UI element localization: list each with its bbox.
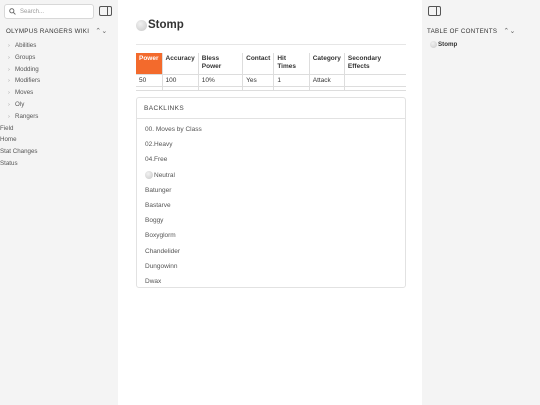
- column-header-contact: Contact: [242, 53, 275, 75]
- sidebar-item-home[interactable]: Home: [0, 134, 40, 146]
- page-title-text: Stomp: [148, 19, 184, 31]
- chevron-right-icon: ›: [8, 54, 10, 61]
- table-header-row: Power Accuracy Bless Power Contact Hit T…: [136, 53, 406, 75]
- sidebar-item-status[interactable]: Status: [0, 158, 40, 170]
- backlink-item[interactable]: Batunger: [137, 183, 405, 198]
- column-header-hit-times: Hit Times: [273, 53, 310, 75]
- neutral-orb-icon: [430, 41, 437, 48]
- toc-title: TABLE OF CONTENTS: [427, 27, 498, 35]
- backlink-item[interactable]: Boggy: [137, 213, 405, 228]
- cell-contact: Yes: [242, 73, 275, 87]
- cell-accuracy: 100: [162, 73, 199, 87]
- sidebar-item-oly[interactable]: › Oly: [8, 99, 40, 111]
- main-content: Stomp Power Accuracy Bless Power Contact…: [118, 0, 422, 405]
- chevron-up-down-icon: ⌃⌄: [503, 28, 516, 35]
- cell-hit-times: 1: [273, 73, 310, 87]
- backlinks-panel: BACKLINKS 00. Moves by Class 02.Heavy 04…: [136, 97, 406, 288]
- cell-bless-power: 10%: [198, 73, 244, 87]
- table-empty-row: [136, 86, 406, 91]
- chevron-right-icon: ›: [8, 113, 10, 120]
- sidebar-item-field[interactable]: Field: [0, 123, 40, 135]
- neutral-orb-icon: [145, 171, 153, 180]
- backlink-item[interactable]: Dungowinn: [137, 259, 405, 274]
- sidebar-item-groups[interactable]: › Groups: [8, 52, 40, 64]
- wiki-selector[interactable]: OLYMPUS RANGERS WIKI ⌃⌄: [6, 27, 108, 36]
- backlink-item[interactable]: 04.Free: [137, 152, 405, 167]
- cell-power: 50: [136, 73, 163, 87]
- sidebar-nav: › Abilities › Groups › Modding › Modifiers ›…: [0, 40, 40, 170]
- sidebar-item-stat-changes[interactable]: Stat Changes: [0, 146, 40, 158]
- backlink-item[interactable]: Chandelider: [137, 244, 405, 259]
- search-placeholder: Search...: [20, 8, 45, 15]
- sidebar-item-modifiers[interactable]: › Modifiers: [8, 75, 40, 87]
- title-divider: [136, 44, 406, 45]
- sidebar-toggle-icon[interactable]: [428, 6, 441, 16]
- column-header-secondary-effects: Secondary Effects: [347, 55, 382, 71]
- move-stats-table: Power Accuracy Bless Power Contact Hit T…: [136, 53, 406, 91]
- column-header-accuracy: Accuracy: [162, 53, 199, 75]
- neutral-orb-icon: [136, 19, 147, 31]
- toc-selector[interactable]: TABLE OF CONTENTS ⌃⌄: [427, 27, 516, 36]
- backlink-item[interactable]: Neutral: [137, 168, 405, 183]
- search-icon: [9, 8, 16, 15]
- sidebar-item-moves[interactable]: › Moves: [8, 87, 40, 99]
- left-sidebar: Search... OLYMPUS RANGERS WIKI ⌃⌄ › Abili…: [0, 0, 118, 405]
- sidebar-toggle-icon[interactable]: [99, 6, 112, 16]
- search-input[interactable]: Search...: [4, 4, 94, 19]
- backlink-item[interactable]: 02.Heavy: [137, 137, 405, 152]
- sidebar-item-rangers[interactable]: › Rangers: [8, 111, 40, 123]
- sidebar-item-abilities[interactable]: › Abilities: [8, 40, 40, 52]
- backlink-item[interactable]: 00. Moves by Class: [137, 122, 405, 137]
- backlinks-heading: BACKLINKS: [137, 98, 405, 119]
- sidebar-item-modding[interactable]: › Modding: [8, 64, 40, 76]
- backlink-item[interactable]: Dwax: [137, 274, 405, 289]
- toc-item-stomp[interactable]: Stomp: [430, 41, 457, 48]
- chevron-up-down-icon: ⌃⌄: [95, 28, 108, 35]
- backlink-item[interactable]: Bastarve: [137, 198, 405, 213]
- column-header-bless-power: Bless Power: [198, 53, 244, 75]
- cell-secondary-effects: [344, 73, 406, 87]
- right-sidebar: TABLE OF CONTENTS ⌃⌄ Stomp: [422, 0, 540, 405]
- page-title: Stomp: [136, 19, 184, 31]
- backlinks-list: 00. Moves by Class 02.Heavy 04.Free Neut…: [137, 119, 405, 289]
- column-header-power: Power: [136, 53, 163, 75]
- cell-category: Attack: [309, 73, 345, 87]
- table-row: 50 100 10% Yes 1 Attack: [136, 73, 406, 87]
- column-header-category: Category: [309, 53, 345, 75]
- wiki-title: OLYMPUS RANGERS WIKI: [6, 27, 90, 35]
- backlink-item[interactable]: Boxyglorm: [137, 228, 405, 243]
